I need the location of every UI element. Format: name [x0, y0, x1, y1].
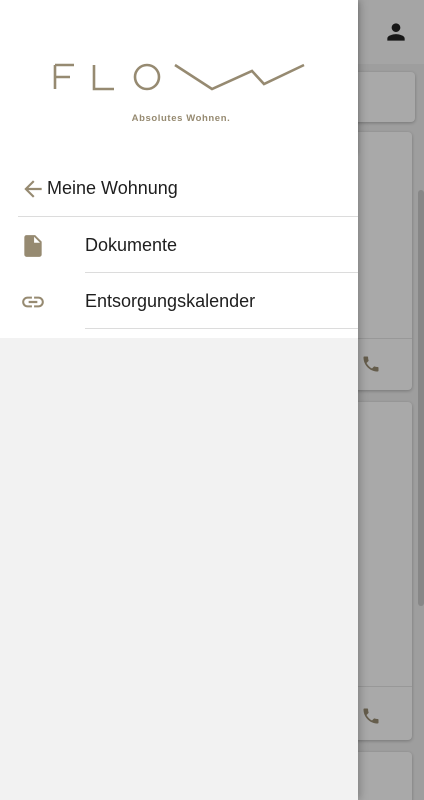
menu-item-label: Dokumente: [85, 235, 178, 255]
document-icon: [20, 233, 46, 259]
divider: [85, 328, 358, 329]
arrow-back-icon: [20, 176, 46, 202]
menu-item-entsorgungskalender[interactable]: Entsorgungskalender: [0, 273, 358, 329]
flow-logo: [53, 63, 305, 91]
logo-tagline: Absolutes Wohnen.: [131, 113, 231, 124]
back-to-meine-wohnung[interactable]: Meine Wohnung: [0, 160, 358, 216]
link-icon: [20, 289, 46, 315]
menu-item-dokumente[interactable]: Dokumente: [0, 217, 358, 273]
menu-item-label: Entsorgungskalender: [85, 291, 256, 311]
back-item-label: Meine Wohnung: [47, 178, 178, 198]
navigation-drawer: Absolutes Wohnen. Meine Wohnung Dokument…: [0, 0, 358, 800]
drawer-menu: Meine Wohnung Dokumente Entsorgungskalen…: [0, 152, 358, 338]
drawer-header: Absolutes Wohnen.: [0, 0, 358, 152]
